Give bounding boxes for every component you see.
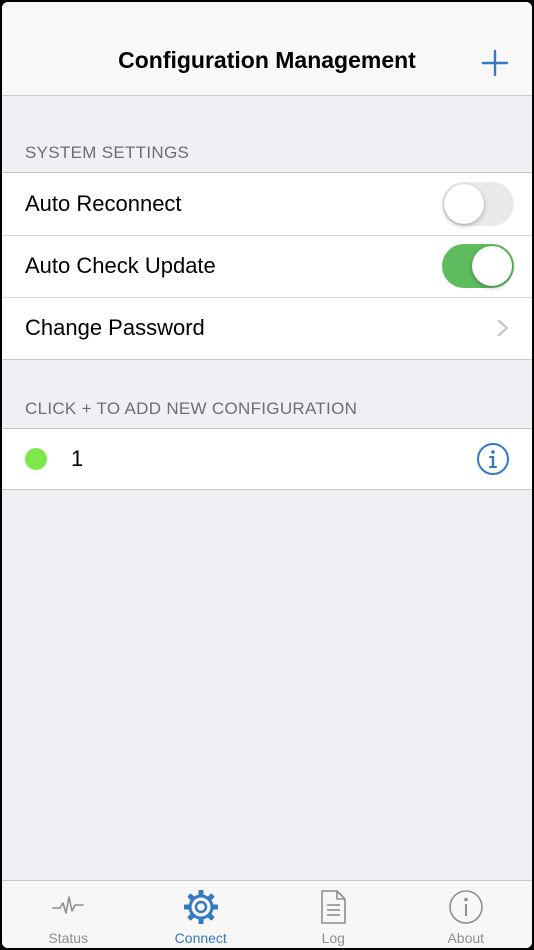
- auto-check-update-label: Auto Check Update: [25, 253, 216, 278]
- plus-icon: [481, 49, 509, 77]
- info-icon: [448, 890, 483, 924]
- gear-icon: [183, 890, 218, 924]
- tab-log-label: Log: [321, 930, 345, 946]
- app-screen: Configuration Management SYSTEM SETTINGS…: [2, 2, 532, 948]
- add-configuration-button[interactable]: [480, 48, 510, 78]
- configuration-info-button[interactable]: [476, 442, 510, 476]
- tab-bar: Status Connect Log About: [2, 880, 532, 948]
- auto-reconnect-row: Auto Reconnect: [2, 173, 532, 235]
- tab-status-label: Status: [48, 930, 89, 946]
- info-icon: [477, 443, 509, 475]
- tab-status[interactable]: Status: [2, 881, 135, 948]
- tab-about[interactable]: About: [400, 881, 533, 948]
- chevron-right-icon: [497, 319, 509, 337]
- toggle-knob: [444, 184, 484, 224]
- configuration-row[interactable]: 1: [2, 429, 532, 489]
- auto-check-update-row: Auto Check Update: [2, 235, 532, 297]
- change-password-label: Change Password: [25, 315, 205, 340]
- auto-reconnect-toggle[interactable]: [442, 182, 514, 226]
- pulse-icon: [52, 896, 85, 914]
- toggle-knob: [472, 246, 512, 286]
- configuration-name: 1: [71, 446, 84, 471]
- system-settings-group: Auto Reconnect Auto Check Update Change …: [2, 172, 532, 360]
- tab-connect-label: Connect: [174, 930, 227, 946]
- navigation-bar: Configuration Management: [2, 2, 532, 96]
- system-settings-header: SYSTEM SETTINGS: [25, 143, 190, 162]
- auto-check-update-toggle[interactable]: [442, 244, 514, 288]
- configurations-group: 1: [2, 428, 532, 490]
- page-title: Configuration Management: [118, 47, 416, 73]
- tab-about-label: About: [447, 930, 485, 946]
- tab-log[interactable]: Log: [267, 881, 400, 948]
- connection-status-dot: [25, 448, 47, 470]
- change-password-row[interactable]: Change Password: [2, 297, 532, 359]
- tab-connect[interactable]: Connect: [135, 881, 268, 948]
- document-icon: [321, 890, 347, 924]
- configurations-header: CLICK + TO ADD NEW CONFIGURATION: [25, 399, 358, 418]
- auto-reconnect-label: Auto Reconnect: [25, 191, 182, 216]
